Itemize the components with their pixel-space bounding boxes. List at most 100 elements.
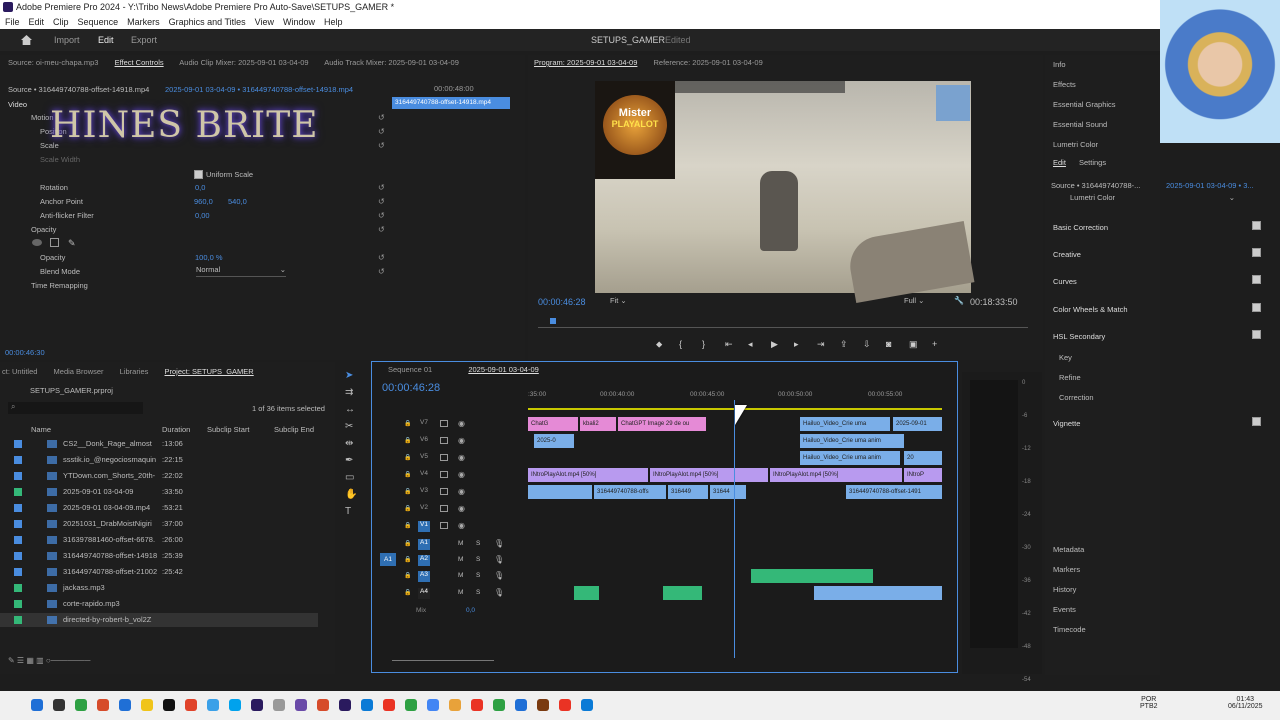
taskbar-app-icon[interactable] xyxy=(229,699,241,711)
lumetri-seq[interactable]: 2025-09-01 03-04-09 • 3... xyxy=(1166,181,1254,190)
mic-icon[interactable]: 🎙 xyxy=(494,555,504,564)
rect-mask-icon[interactable] xyxy=(50,238,59,247)
ellipse-mask-icon[interactable] xyxy=(32,239,42,246)
timeline-playhead[interactable] xyxy=(734,400,735,658)
taskbar-app-icon[interactable] xyxy=(559,699,571,711)
lock-icon[interactable]: 🔒 xyxy=(404,437,411,444)
sync-icon[interactable] xyxy=(440,505,448,512)
timeline-clip[interactable]: INtroP xyxy=(904,468,942,482)
step-back-button[interactable]: ◂ xyxy=(748,339,753,350)
taskbar-app-icon[interactable] xyxy=(515,699,527,711)
reset-icon[interactable]: ↺ xyxy=(378,183,385,192)
source-patch-a1[interactable]: A1 xyxy=(380,553,396,566)
hand-tool[interactable]: ✋ xyxy=(345,489,357,500)
col-subclip-start[interactable]: Subclip Start xyxy=(207,425,250,434)
timeline-clip[interactable]: 20 xyxy=(904,451,942,465)
lumetri-checkbox[interactable] xyxy=(1252,248,1261,257)
go-to-in-button[interactable]: ⇤ xyxy=(725,339,733,350)
list-item[interactable]: YTDown.com_Shorts_20th-:22:02 xyxy=(0,469,318,483)
menu-clip[interactable]: Clip xyxy=(53,17,69,27)
lumetri-hsl-secondary[interactable]: HSL Secondary xyxy=(1053,332,1105,341)
panel-events[interactable]: Events xyxy=(1053,605,1076,614)
track-v5[interactable]: V5 xyxy=(418,453,430,464)
tab-audio-clip-mixer[interactable]: Audio Clip Mixer: 2025-09-01 03-04-09 xyxy=(179,58,308,67)
blend-mode-select[interactable]: Normal ⌄ xyxy=(196,265,286,277)
mark-out-button[interactable]: } xyxy=(702,339,705,349)
taskbar-app-icon[interactable] xyxy=(471,699,483,711)
lumetri-effect-select[interactable]: Lumetri Color ⌄ xyxy=(1070,193,1235,205)
solo-button[interactable]: S xyxy=(476,540,480,547)
reset-icon[interactable]: ↺ xyxy=(378,253,385,262)
taskbar-app-icon[interactable] xyxy=(317,699,329,711)
timeline-clip[interactable]: ChatGPT Image 29 de ou xyxy=(618,417,706,431)
audio-clip[interactable] xyxy=(751,569,873,583)
mic-icon[interactable]: 🎙 xyxy=(494,588,504,597)
lumetri-tab-edit[interactable]: Edit xyxy=(1053,158,1066,167)
tab-project[interactable]: Project: SETUPS_GAMER xyxy=(165,367,254,376)
sequence-clip-label[interactable]: 2025-09-01 03-04-09 • 316449740788-offse… xyxy=(165,85,353,94)
lock-icon[interactable]: 🔒 xyxy=(404,540,411,547)
program-timecode[interactable]: 00:00:46:28 xyxy=(538,297,586,307)
menu-markers[interactable]: Markers xyxy=(127,17,160,27)
uniform-scale-checkbox[interactable] xyxy=(194,170,203,179)
taskbar-app-icon[interactable] xyxy=(427,699,439,711)
pen-mask-icon[interactable]: ✎ xyxy=(68,238,76,249)
lock-icon[interactable]: 🔒 xyxy=(404,556,411,563)
list-item[interactable]: ssstik.io_@negociosmaquin:22:15 xyxy=(0,453,318,467)
mic-icon[interactable]: 🎙 xyxy=(494,539,504,548)
track-a3[interactable]: A3 xyxy=(418,571,430,582)
track-v4[interactable]: V4 xyxy=(418,470,430,481)
col-name[interactable]: Name xyxy=(31,425,51,434)
lumetri-source[interactable]: Source • 316449740788-... xyxy=(1051,181,1140,190)
timeline-clip[interactable]: Hailuo_Video_Crie uma anim xyxy=(800,434,904,448)
panel-info[interactable]: Info xyxy=(1053,60,1066,69)
tab-edit[interactable]: Edit xyxy=(98,35,114,45)
track-a1[interactable]: A1 xyxy=(418,539,430,550)
play-button[interactable]: ▶ xyxy=(771,339,778,350)
eye-icon[interactable]: ◉ xyxy=(458,436,465,445)
lumetri-vignette[interactable]: Vignette xyxy=(1053,419,1080,428)
mute-button[interactable]: M xyxy=(458,556,463,563)
eye-icon[interactable]: ◉ xyxy=(458,487,465,496)
program-scrubber[interactable] xyxy=(538,327,1028,328)
audio-clip[interactable] xyxy=(574,586,599,600)
taskbar-app-icon[interactable] xyxy=(383,699,395,711)
reset-icon[interactable]: ↺ xyxy=(378,211,385,220)
panel-timecode[interactable]: Timecode xyxy=(1053,625,1086,634)
taskbar-app-icon[interactable] xyxy=(185,699,197,711)
sync-icon[interactable] xyxy=(440,522,448,529)
track-v1[interactable]: V1 xyxy=(418,521,430,532)
lock-icon[interactable]: 🔒 xyxy=(404,471,411,478)
list-item[interactable]: 2025-09-01 03-04-09:33:50 xyxy=(0,485,318,499)
extract-button[interactable]: ⇩ xyxy=(863,339,871,350)
sync-icon[interactable] xyxy=(440,454,448,461)
hsl-key[interactable]: Key xyxy=(1059,353,1072,362)
fit-select[interactable]: Fit ⌄ xyxy=(610,296,650,305)
flicker-value[interactable]: 0,00 xyxy=(195,211,210,220)
tab-sequence-01[interactable]: Sequence 01 xyxy=(388,365,432,374)
panel-effects[interactable]: Effects xyxy=(1053,80,1076,89)
timeline-clip[interactable]: INtroPlayAlot.mp4 [50%] xyxy=(650,468,768,482)
anchor-y-value[interactable]: 540,0 xyxy=(228,197,247,206)
pen-tool[interactable]: ✒ xyxy=(345,455,353,466)
timeline-clip[interactable]: INtroPlayAlot.mp4 [50%] xyxy=(528,468,648,482)
tab-media-browser[interactable]: Media Browser xyxy=(54,367,104,376)
taskbar-app-icon[interactable] xyxy=(493,699,505,711)
sync-icon[interactable] xyxy=(440,471,448,478)
label-color-swatch[interactable] xyxy=(14,488,22,496)
menu-file[interactable]: File xyxy=(5,17,20,27)
list-item[interactable]: CS2__Donk_Rage_almost:13:06 xyxy=(0,437,318,451)
lumetri-checkbox[interactable] xyxy=(1252,417,1261,426)
label-color-swatch[interactable] xyxy=(14,472,22,480)
tab-export[interactable]: Export xyxy=(131,35,157,45)
eye-icon[interactable]: ◉ xyxy=(458,470,465,479)
program-playhead[interactable] xyxy=(550,318,556,324)
mix-value[interactable]: 0,0 xyxy=(466,607,475,614)
sync-icon[interactable] xyxy=(440,488,448,495)
list-item[interactable]: jackass.mp3 xyxy=(0,581,318,595)
lumetri-checkbox[interactable] xyxy=(1252,275,1261,284)
mic-icon[interactable]: 🎙 xyxy=(494,571,504,580)
panel-lumetri-color[interactable]: Lumetri Color xyxy=(1053,140,1098,149)
taskbar-app-icon[interactable] xyxy=(75,699,87,711)
taskbar-app-icon[interactable] xyxy=(339,699,351,711)
